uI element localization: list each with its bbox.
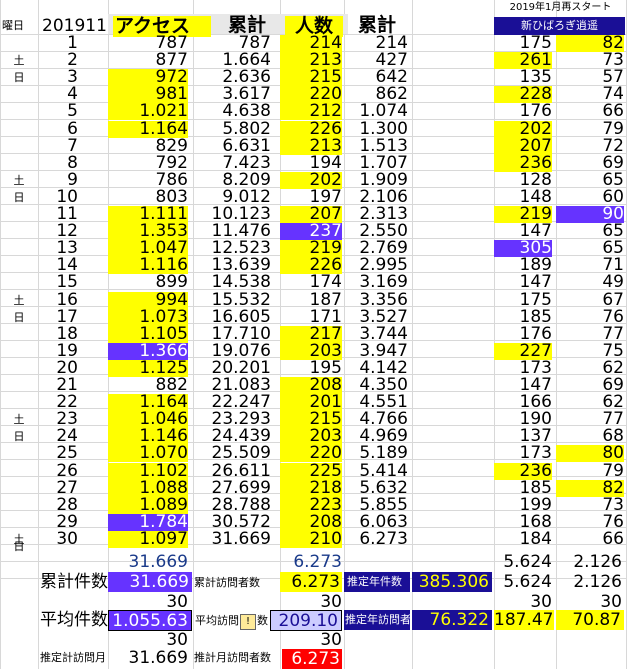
est-year-visit-value: 76.322 [412,610,492,630]
access-cell: 899 [155,272,188,292]
cum-col2: 2.126 [573,572,622,592]
days2-people: 30 [320,630,342,650]
total-people: 6.273 [293,552,342,572]
day-number: 5 [67,101,78,121]
access-cell: 1.070 [108,445,188,462]
est-month-value: 31.669 [128,648,188,668]
avg-col1: 187.47 [494,610,554,630]
cum-col1: 5.624 [503,572,552,592]
weekday-cell: 日 [13,191,25,204]
access-cumulative-cell: 25.509 [211,443,271,463]
day-number: 30 [56,529,78,549]
access-cumulative-cell: 14.538 [211,272,271,292]
weekday-cell: 日 [13,430,25,443]
access-cell: 1.021 [108,103,188,120]
est-month-visit-value: 6.273 [282,649,342,669]
grid-line [0,0,1,669]
total-col2: 2.126 [573,552,622,572]
people-cumulative-cell: 6.273 [359,529,408,549]
weekday-header: 曜日 [2,19,24,32]
weekday-cell: 日 [13,540,25,553]
est-year-value: 385.306 [412,572,492,592]
people-cell: 220 [280,445,342,462]
blog-col1-cell: 176 [519,101,552,121]
total-col1: 5.624 [503,552,552,572]
avg-visit-label: 平均訪問! 数 [195,614,268,630]
weekday-cell: 土 [13,54,25,67]
access-cumulative-cell: 4.638 [222,101,271,121]
day-number: 15 [56,272,78,292]
total-access: 31.669 [128,552,188,572]
blog-col1-cell: 173 [519,443,552,463]
avg-label: 平均件数 [40,610,108,630]
days-col1: 30 [530,592,552,612]
weekday-cell: 土 [13,294,25,307]
days-people: 30 [320,592,342,612]
blog-col1-cell: 184 [519,529,552,549]
days-col2: 30 [600,592,622,612]
avg-visit-value[interactable]: 209.10 [270,610,342,631]
est-year-visit-label: 推定年訪問者 [344,610,411,630]
day-number: 25 [56,443,78,463]
est-month-label: 推定計訪問月 [40,651,106,664]
people-cell: 174 [309,272,342,292]
blog-col2-cell: 80 [556,445,624,462]
blog-col2-cell: 49 [602,272,624,292]
est-year-label: 推定年件数 [344,572,410,592]
people-cumulative-cell: 1.074 [359,101,408,121]
access-cumulative-cell: 31.669 [211,529,271,549]
people-cell: 212 [280,103,342,120]
cum-visit-label: 累計訪問者数 [194,576,260,589]
est-month-visit-label: 推計月訪問者数 [194,651,271,664]
warning-icon: ! [240,614,256,630]
days2-access: 30 [166,630,188,650]
days-access: 30 [166,592,188,612]
cum-visit-value: 6.273 [280,572,342,592]
restart-banner: 2019年1月再スタート [509,2,612,13]
weekday-cell: 日 [13,71,25,84]
people-cell: 210 [280,531,342,548]
cum-label: 累計件数 [40,572,108,592]
blog-col2-cell: 66 [602,101,624,121]
people-cumulative-cell: 3.169 [359,272,408,292]
avg-value: 1.055.63 [108,610,192,631]
people-cumulative-cell: 5.189 [359,443,408,463]
cum-value: 31.669 [108,572,192,592]
avg-col2: 70.87 [556,610,624,630]
blog-col1-cell: 147 [519,272,552,292]
blog-col2-cell: 66 [602,529,624,549]
weekday-cell: 日 [13,311,25,324]
access-cell: 1.097 [108,531,188,548]
weekday-cell: 土 [13,174,25,187]
weekday-cell: 土 [13,413,25,426]
